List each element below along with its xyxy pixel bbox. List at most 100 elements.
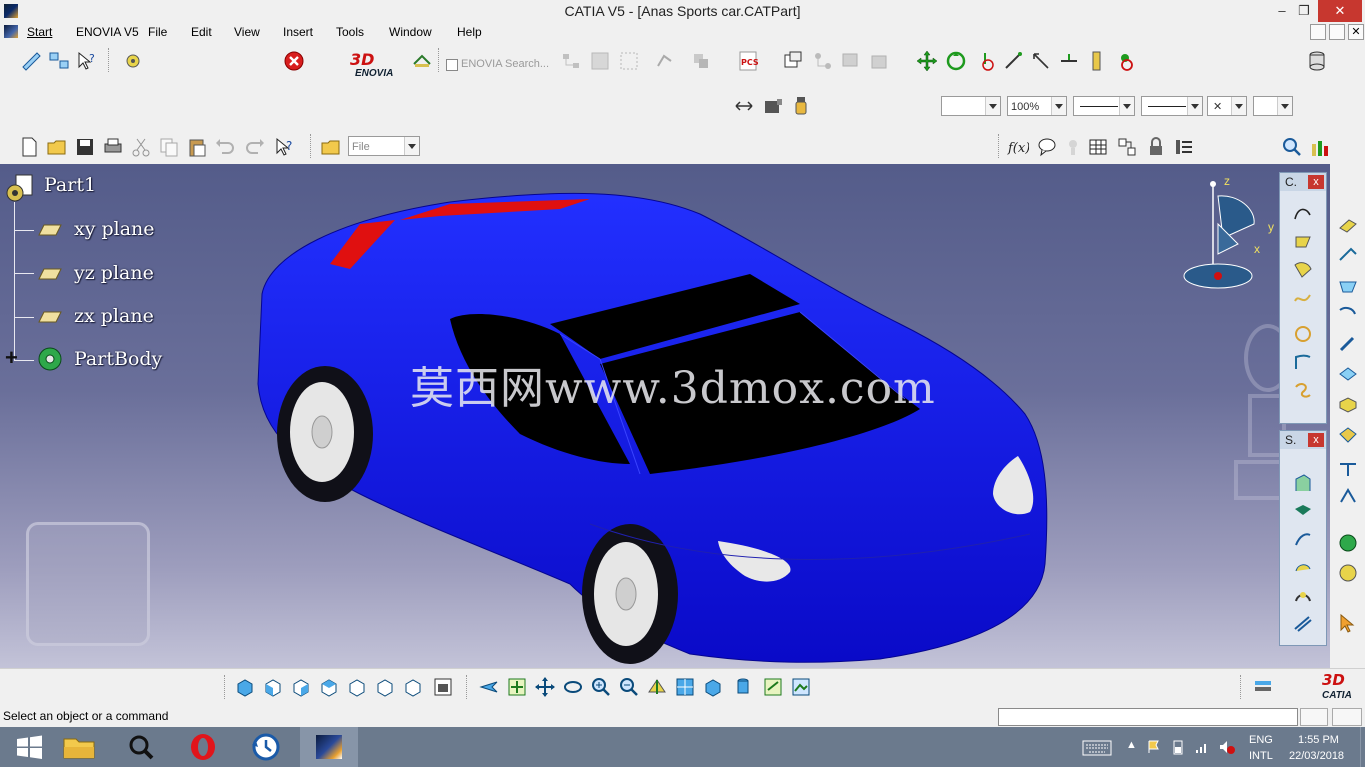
menu-edit[interactable]: Edit [191,25,212,39]
doc-close-button[interactable]: ✕ [1348,24,1364,40]
multi-view-icon[interactable] [674,676,696,698]
curve-fill-icon[interactable] [1292,259,1314,281]
multi-sketch-icon[interactable] [48,50,70,72]
catia-taskbar-button[interactable] [300,727,358,767]
network-icon[interactable] [560,50,582,72]
bottom-view-icon[interactable] [402,676,424,698]
swap-space-icon[interactable] [762,676,784,698]
whats-this-icon[interactable]: ? [76,50,98,72]
material-icon[interactable] [1337,562,1359,584]
point-symbol-combo[interactable]: ✕ [1207,96,1247,116]
close-icon[interactable]: x [1308,175,1324,189]
settings-cog-icon[interactable] [122,50,144,72]
part-icon[interactable] [4,174,36,204]
close-icon[interactable]: x [1308,433,1324,447]
maximize-button[interactable]: ❐ [1287,0,1321,22]
formula-icon[interactable]: f(x) [1007,136,1029,158]
undo-icon[interactable] [214,136,236,158]
floating-toolbar-surfaces[interactable]: S. x [1279,430,1327,646]
menu-window[interactable]: Window [389,25,432,39]
yz-plane-icon[interactable] [38,268,62,280]
wave-icon[interactable] [1292,287,1314,309]
signal-icon[interactable] [1194,739,1210,755]
close-surface-icon[interactable] [1337,424,1359,446]
multi-section-surface-icon[interactable] [1292,613,1314,635]
command-clear-button[interactable] [1332,708,1362,726]
view-mode-icon[interactable] [702,676,724,698]
circle-curve-icon[interactable] [1292,323,1314,345]
pcs-icon[interactable]: PCS [737,50,759,72]
magnifier-app-icon[interactable] [112,727,170,767]
arrow-cycle-icon[interactable] [654,50,676,72]
redo-icon[interactable] [244,136,266,158]
fill-surface-icon[interactable] [1292,557,1314,579]
snap-icon[interactable] [974,50,996,72]
doc-restore-button[interactable] [1329,24,1345,40]
normal-view-icon[interactable] [646,676,668,698]
measure-icon[interactable] [1002,50,1024,72]
enovia-logo[interactable]: 3D ENOVIA [350,50,400,80]
no-snap-icon[interactable] [1114,50,1136,72]
overview-thumbnail[interactable] [26,522,150,646]
ruler-icon[interactable] [1086,50,1108,72]
file-folder-icon[interactable] [320,136,342,158]
action-center-icon[interactable] [1146,739,1162,755]
clock-date[interactable]: 22/03/2018 [1289,750,1344,762]
front-view-icon[interactable] [262,676,284,698]
design-table-icon[interactable] [1116,136,1138,158]
spiral-icon[interactable] [1292,379,1314,401]
stack-icon[interactable] [840,50,862,72]
camera-icon[interactable] [762,95,784,117]
spline-icon[interactable] [1292,203,1314,225]
pan-icon[interactable] [916,50,938,72]
input-language[interactable]: ENG [1249,734,1273,746]
enovia-connect-icon[interactable] [411,50,433,72]
extrude-surface-icon[interactable] [1292,473,1314,495]
keyboard-icon[interactable] [1082,739,1112,757]
help-pointer-icon[interactable]: ? [274,136,296,158]
document-icon[interactable] [4,25,18,38]
frame-icon[interactable] [618,50,640,72]
globe-icon[interactable] [1337,532,1359,554]
window-tile-icon[interactable] [782,50,804,72]
clock-time[interactable]: 1:55 PM [1298,734,1339,746]
hide-show-icon[interactable] [732,676,754,698]
resize-icon[interactable] [733,95,755,117]
menu-view[interactable]: View [234,25,260,39]
top-view-icon[interactable] [374,676,396,698]
car-model[interactable] [0,164,1365,668]
tree-item-partbody[interactable]: PartBody [74,348,162,370]
plane-tool-icon[interactable] [1337,214,1359,236]
menu-start[interactable]: Start [27,25,52,39]
toolbar-grip[interactable] [310,134,314,158]
split-icon[interactable] [1337,274,1359,296]
toolbar-grip[interactable] [466,675,470,699]
paste-icon[interactable] [186,136,208,158]
tree-item-yz-plane[interactable]: yz plane [74,262,154,284]
list-icon[interactable] [1173,136,1195,158]
extract-icon[interactable] [1337,334,1359,356]
enovia-search-checkbox[interactable] [446,59,458,71]
toolbar-grip[interactable] [224,675,228,699]
print-icon[interactable] [102,136,124,158]
toolbar-grip[interactable] [438,48,442,72]
menu-tools[interactable]: Tools [336,25,364,39]
offset-icon[interactable] [1337,364,1359,386]
tree-root-part1[interactable]: Part1 [44,174,96,196]
helix-icon[interactable] [1292,231,1314,253]
copy-icon[interactable] [158,136,180,158]
pan-view-icon[interactable] [534,676,556,698]
tray-expand-icon[interactable]: ▲ [1126,739,1137,751]
join-icon[interactable] [1337,244,1359,266]
catia-logo[interactable]: 3D CATIA [1316,671,1362,705]
floating-toolbar-curves[interactable]: C. x [1279,172,1327,424]
command-option-button[interactable] [1300,708,1328,726]
lamp-icon[interactable] [790,95,812,117]
document-grid-icon[interactable] [589,50,611,72]
cut-icon[interactable] [130,136,152,158]
tree-item-xy-plane[interactable]: xy plane [74,218,155,240]
opera-icon[interactable] [174,727,232,767]
time-machine-icon[interactable] [236,727,294,767]
trim-icon[interactable] [1337,304,1359,326]
database-icon[interactable] [1306,50,1328,72]
